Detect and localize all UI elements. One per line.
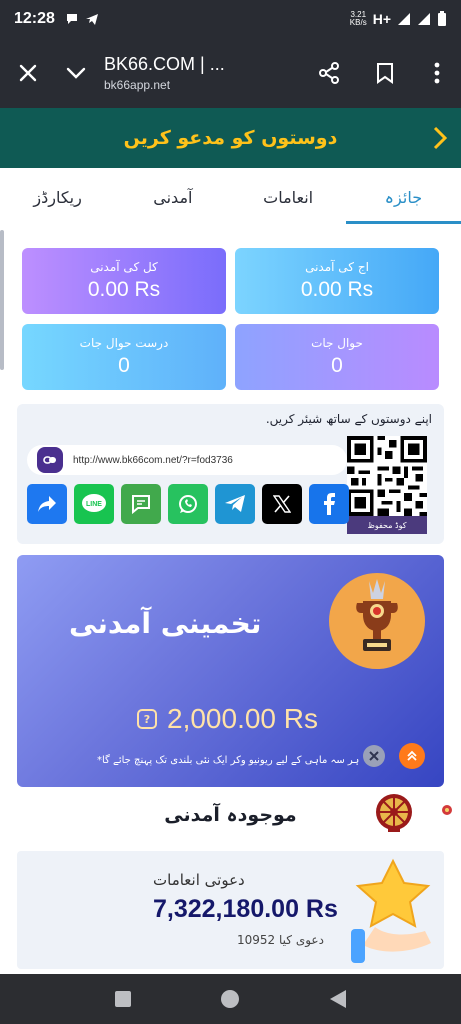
signal-icon <box>418 13 430 25</box>
share-title: اپنے دوستوں کے ساتھ شیئر کریں. <box>265 412 432 426</box>
tab-bar: ریکارڈز آمدنی انعامات جائزہ <box>0 168 461 226</box>
close-icon <box>369 751 379 761</box>
invite-rewards-count-suffix: دعوی کیا <box>279 933 324 947</box>
trophy-icon <box>329 573 425 669</box>
scroll-indicator <box>0 230 4 370</box>
share-icon <box>319 62 339 84</box>
total-earnings-label: کل کی آمدنی <box>90 260 158 274</box>
referral-link-field[interactable]: http://www.bk66com.net/?r=fod3736 <box>27 445 347 475</box>
whatsapp-icon <box>179 495 197 513</box>
double-chevron-up-icon <box>407 750 417 761</box>
telegram-icon <box>85 14 98 25</box>
message-share-button[interactable] <box>121 484 161 524</box>
line-share-button[interactable]: LINE <box>74 484 114 524</box>
tab-records[interactable]: ریکارڈز <box>0 168 115 226</box>
whatsapp-share-button[interactable] <box>168 484 208 524</box>
signal-icon <box>398 13 410 25</box>
system-nav-bar <box>0 974 461 1024</box>
total-earnings-card: کل کی آمدنی 0.00 Rs <box>22 248 226 314</box>
network-speed: 3.21 KB/s <box>349 10 367 27</box>
line-icon: LINE <box>82 494 106 512</box>
close-tab-button[interactable] <box>0 38 56 108</box>
estimated-note: ہر سہ ماہی کے لیے ریونیو وکر ایک نئی بلن… <box>97 755 360 766</box>
qr-code[interactable] <box>347 436 427 516</box>
estimated-amount-row: ? 2,000.00 Rs <box>137 703 318 735</box>
back-button[interactable] <box>329 989 347 1009</box>
estimated-amount: 2,000.00 Rs <box>167 703 318 734</box>
referral-link-text: http://www.bk66com.net/?r=fod3736 <box>73 454 233 466</box>
promo-icon[interactable] <box>438 802 452 822</box>
invite-rewards-panel: دعوتی انعامات 7,322,180.00 Rs 10952 دعوی… <box>17 851 444 969</box>
today-earnings-label: اج کی آمدنی <box>305 260 369 274</box>
network-type: H+ <box>372 11 391 27</box>
message-icon <box>132 495 150 515</box>
share-button[interactable] <box>301 38 357 108</box>
lucky-wheel-icon[interactable] <box>374 792 414 832</box>
share-arrow-icon <box>38 496 56 512</box>
share-button-generic[interactable] <box>27 484 67 524</box>
chat-icon <box>66 14 77 24</box>
referrals-value: 0 <box>331 354 343 377</box>
status-right: 3.21 KB/s H+ <box>350 11 447 27</box>
minimize-button[interactable] <box>56 38 96 108</box>
referrals-label: حوال جات <box>311 336 363 350</box>
chevron-down-icon <box>66 67 86 79</box>
star-hand-icon <box>351 858 431 963</box>
overview-content: کل کی آمدنی 0.00 Rs اج کی آمدنی 0.00 Rs … <box>0 226 461 974</box>
page-url: bk66app.net <box>104 78 171 92</box>
page-title-block[interactable]: BK66.COM | ... bk66app.net <box>96 54 301 92</box>
invite-rewards-count: 10952 <box>237 933 276 947</box>
invite-rewards-count-row: 10952 دعوی کیا <box>237 933 324 947</box>
facebook-icon <box>324 493 335 515</box>
svg-text:LINE: LINE <box>86 501 102 508</box>
valid-referrals-label: درست حوال جات <box>79 336 169 350</box>
save-qr-button[interactable]: کوڈ محفوظ <box>347 516 427 534</box>
tab-overview[interactable]: جائزہ <box>345 168 461 226</box>
status-bar: 12:28 3.21 KB/s H+ <box>0 0 461 38</box>
share-panel: اپنے دوستوں کے ساتھ شیئر کریں. http://ww… <box>17 404 444 544</box>
total-earnings-value: 0.00 Rs <box>87 278 161 301</box>
chevron-right-icon <box>433 126 447 150</box>
copy-link-icon[interactable] <box>37 447 63 473</box>
invite-banner-text: دوستوں کو مدعو کریں <box>123 127 338 149</box>
telegram-share-button[interactable] <box>215 484 255 524</box>
home-button[interactable] <box>220 989 240 1009</box>
facebook-share-button[interactable] <box>309 484 349 524</box>
estimated-earnings-title: تخمینی آمدنی <box>69 607 262 640</box>
invite-friends-banner[interactable]: دوستوں کو مدعو کریں <box>0 108 461 168</box>
valid-referrals-card: درست حوال جات 0 <box>22 324 226 390</box>
notification-icons <box>65 12 99 26</box>
today-earnings-value: 0.00 Rs <box>300 278 374 301</box>
valid-referrals-value: 0 <box>118 354 130 377</box>
menu-button[interactable] <box>413 38 461 108</box>
tab-rewards[interactable]: انعامات <box>231 168 346 226</box>
x-share-button[interactable] <box>262 484 302 524</box>
bookmark-icon <box>377 63 393 84</box>
more-vert-icon <box>434 62 440 84</box>
invite-rewards-label: دعوتی انعامات <box>153 871 245 889</box>
invite-rewards-amount: 7,322,180.00 Rs <box>153 895 338 923</box>
x-icon <box>273 495 291 513</box>
telegram-icon <box>225 495 245 512</box>
recents-button[interactable] <box>114 990 132 1008</box>
bookmark-button[interactable] <box>357 38 413 108</box>
battery-icon <box>438 11 446 26</box>
social-share-row: LINE <box>27 484 349 524</box>
today-earnings-card: اج کی آمدنی 0.00 Rs <box>235 248 439 314</box>
scroll-top-button[interactable] <box>399 743 425 769</box>
browser-toolbar: BK66.COM | ... bk66app.net <box>0 38 461 108</box>
status-time: 12:28 <box>14 10 55 27</box>
tab-earnings[interactable]: آمدنی <box>115 168 230 226</box>
page-title: BK66.COM | ... <box>104 54 225 74</box>
estimated-earnings-card: تخمینی آمدنی ? 2,000.00 Rs ہر سہ ماہی کے… <box>17 555 444 787</box>
help-icon[interactable]: ? <box>137 709 157 729</box>
close-float-button[interactable] <box>363 745 385 767</box>
close-icon <box>19 64 37 82</box>
referrals-card: حوال جات 0 <box>235 324 439 390</box>
